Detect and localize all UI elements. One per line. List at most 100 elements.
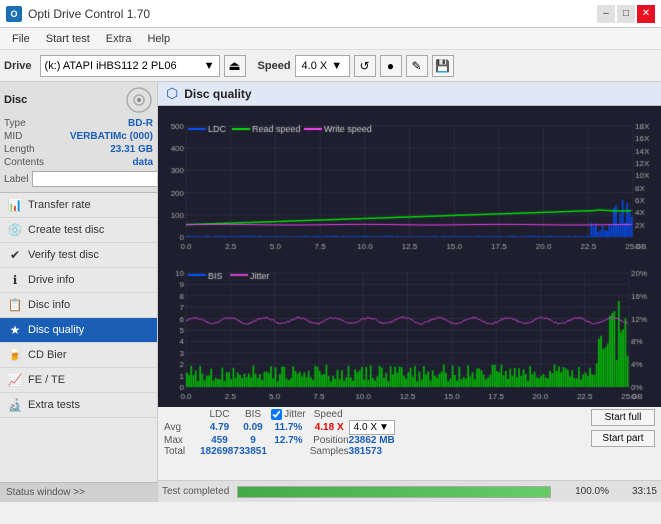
- titlebar: O Opti Drive Control 1.70 – □ ✕: [0, 0, 661, 28]
- sidebar-item-label: Disc quality: [28, 324, 84, 336]
- menu-help[interactable]: Help: [139, 31, 178, 47]
- jitter-label: Jitter: [284, 409, 306, 420]
- drive-info-icon: ℹ: [8, 273, 22, 287]
- disc-contents-row: Contents data: [4, 157, 153, 168]
- disc-mid-row: MID VERBATIMc (000): [4, 131, 153, 142]
- disc-label-row: Label 🔍: [4, 170, 153, 188]
- speed-setting-value: 4.0 X: [354, 422, 377, 433]
- sidebar-item-label: Create test disc: [28, 224, 104, 236]
- disc-length-value: 23.31 GB: [110, 144, 153, 155]
- sidebar-item-disc-quality[interactable]: ★ Disc quality: [0, 318, 157, 343]
- drive-label: Drive: [4, 60, 32, 72]
- avg-label: Avg: [164, 420, 200, 435]
- disc-info-icon: 📋: [8, 298, 22, 312]
- transfer-rate-icon: 📊: [8, 198, 22, 212]
- titlebar-left: O Opti Drive Control 1.70: [6, 6, 150, 22]
- menubar: File Start test Extra Help: [0, 28, 661, 50]
- main-layout: Disc Type BD-R MID VERBATIMc (000) Lengt…: [0, 82, 661, 502]
- disc-contents-value: data: [132, 157, 153, 168]
- speed-label: Speed: [258, 60, 291, 72]
- content-header-title: Disc quality: [184, 87, 251, 101]
- lower-chart: [158, 257, 661, 407]
- progress-bar-container: Test completed 100.0% 33:15: [158, 480, 661, 502]
- stats-table: LDC BIS Jitter Speed: [164, 409, 395, 457]
- max-position: 23862 MB: [349, 435, 395, 446]
- create-test-disc-icon: 💿: [8, 223, 22, 237]
- app-icon: O: [6, 6, 22, 22]
- progress-time: 33:15: [617, 486, 657, 497]
- ldc-header: LDC: [200, 409, 239, 420]
- lower-chart-canvas: [158, 257, 661, 407]
- total-bis: 33851: [239, 446, 267, 457]
- status-text: Test completed: [162, 486, 229, 497]
- max-label: Max: [164, 435, 200, 446]
- speed-value: 4.0 X: [302, 60, 328, 72]
- drive-dropdown[interactable]: (k:) ATAPI iHBS112 2 PL06 ▼: [40, 55, 220, 77]
- progress-bar-fill: [238, 487, 550, 497]
- eject-button[interactable]: ⏏: [224, 55, 246, 77]
- max-bis: 9: [239, 435, 267, 446]
- disc-quality-icon: ★: [8, 323, 22, 337]
- start-part-button[interactable]: Start part: [591, 430, 655, 447]
- stats-bar: LDC BIS Jitter Speed: [158, 406, 661, 480]
- disc-icon: [125, 86, 153, 114]
- fe-te-icon: 📈: [8, 373, 22, 387]
- sidebar-item-label: CD Bier: [28, 349, 67, 361]
- start-full-button[interactable]: Start full: [591, 409, 655, 426]
- sidebar-item-transfer-rate[interactable]: 📊 Transfer rate: [0, 193, 157, 218]
- sidebar-item-fe-te[interactable]: 📈 FE / TE: [0, 368, 157, 393]
- sidebar-item-label: FE / TE: [28, 374, 65, 386]
- content-area: ⬡ Disc quality LDC BIS: [158, 82, 661, 502]
- disc-type-value: BD-R: [128, 118, 153, 129]
- record-button[interactable]: ●: [380, 55, 402, 77]
- disc-title: Disc: [4, 94, 27, 106]
- action-buttons: Start full Start part: [591, 409, 655, 447]
- progress-percent: 100.0%: [559, 486, 609, 497]
- sidebar-item-label: Transfer rate: [28, 199, 91, 211]
- jitter-checkbox-label[interactable]: Jitter: [271, 409, 306, 420]
- sidebar-menu: 📊 Transfer rate 💿 Create test disc ✔ Ver…: [0, 193, 157, 482]
- save-button[interactable]: 💾: [432, 55, 454, 77]
- sidebar-item-create-test-disc[interactable]: 💿 Create test disc: [0, 218, 157, 243]
- disc-label-input[interactable]: [32, 171, 158, 187]
- menu-file[interactable]: File: [4, 31, 38, 47]
- bis-header: BIS: [239, 409, 267, 420]
- refresh-button[interactable]: ↺: [354, 55, 376, 77]
- drive-value: (k:) ATAPI iHBS112 2 PL06: [45, 60, 177, 72]
- toolbar: Drive (k:) ATAPI iHBS112 2 PL06 ▼ ⏏ Spee…: [0, 50, 661, 82]
- sidebar-item-verify-test-disc[interactable]: ✔ Verify test disc: [0, 243, 157, 268]
- sidebar-item-extra-tests[interactable]: 🔬 Extra tests: [0, 393, 157, 418]
- speed-dropdown[interactable]: 4.0 X ▼: [295, 55, 350, 77]
- charts-container: [158, 106, 661, 406]
- sidebar-item-drive-info[interactable]: ℹ Drive info: [0, 268, 157, 293]
- sidebar-item-disc-info[interactable]: 📋 Disc info: [0, 293, 157, 318]
- dropdown-arrow-icon: ▼: [204, 60, 215, 72]
- menu-start-test[interactable]: Start test: [38, 31, 98, 47]
- disc-contents-label: Contents: [4, 157, 44, 168]
- avg-bis: 0.09: [239, 420, 267, 435]
- status-window-button[interactable]: Status window >>: [0, 482, 157, 502]
- minimize-button[interactable]: –: [597, 5, 615, 23]
- sidebar-item-label: Verify test disc: [28, 249, 99, 261]
- maximize-button[interactable]: □: [617, 5, 635, 23]
- sidebar-item-cd-bier[interactable]: 🍺 CD Bier: [0, 343, 157, 368]
- window-controls: – □ ✕: [597, 5, 655, 23]
- jitter-checkbox[interactable]: [271, 409, 282, 420]
- content-header: ⬡ Disc quality: [158, 82, 661, 106]
- sidebar-item-label: Drive info: [28, 274, 74, 286]
- position-label: Position: [310, 435, 349, 446]
- avg-speed: 4.18 X: [310, 420, 349, 435]
- total-label: Total: [164, 446, 200, 457]
- avg-jitter: 11.7%: [267, 420, 310, 435]
- speed-setting-arrow: ▼: [379, 422, 389, 433]
- progress-bar-track: [237, 486, 551, 498]
- edit-button[interactable]: ✎: [406, 55, 428, 77]
- upper-chart: [158, 106, 661, 257]
- speed-dropdown-arrow: ▼: [331, 60, 342, 72]
- disc-mid-value: VERBATIMc (000): [70, 131, 153, 142]
- speed-setting-dropdown[interactable]: 4.0 X ▼: [349, 420, 395, 435]
- menu-extra[interactable]: Extra: [98, 31, 140, 47]
- cd-bier-icon: 🍺: [8, 348, 22, 362]
- close-button[interactable]: ✕: [637, 5, 655, 23]
- sidebar-item-label: Disc info: [28, 299, 70, 311]
